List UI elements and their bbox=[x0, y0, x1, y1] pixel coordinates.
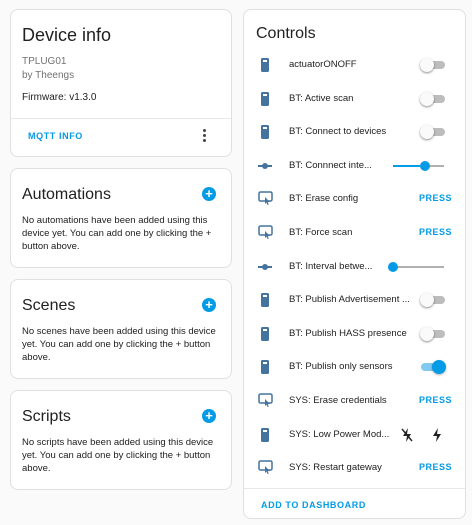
press-button[interactable]: PRESS bbox=[419, 395, 452, 405]
gesture-tap-icon bbox=[258, 460, 273, 476]
scenes-empty-text: No scenes have been added using this dev… bbox=[22, 326, 216, 363]
scenes-card: Scenes + No scenes have been added using… bbox=[10, 279, 232, 379]
control-label: BT: Publish Advertisement ... bbox=[289, 294, 410, 306]
divider bbox=[244, 488, 465, 489]
add-automation-icon[interactable]: + bbox=[202, 187, 216, 201]
device-model: TPLUG01 bbox=[22, 56, 67, 67]
slider-icon bbox=[258, 158, 272, 174]
control-label: BT: Force scan bbox=[289, 227, 353, 238]
control-row[interactable]: BT: Publish only sensors bbox=[244, 353, 465, 381]
control-label: BT: Publish HASS presence bbox=[289, 327, 407, 339]
slider[interactable] bbox=[388, 261, 444, 273]
control-label: BT: Publish only sensors bbox=[289, 361, 393, 373]
controls-card: Controls actuatorONOFF BT: Active scan BT:… bbox=[243, 9, 466, 519]
divider bbox=[11, 118, 231, 119]
control-row[interactable]: BT: Publish HASS presence bbox=[244, 320, 465, 348]
control-row[interactable]: SYS: Restart gateway PRESS bbox=[244, 454, 465, 482]
control-row[interactable]: BT: Publish Advertisement ... bbox=[244, 286, 465, 314]
control-label: BT: Connnect inte... bbox=[289, 159, 372, 171]
gesture-tap-icon bbox=[258, 191, 273, 207]
device-manufacturer: by Theengs bbox=[22, 70, 75, 81]
control-row[interactable]: BT: Active scan bbox=[244, 85, 465, 113]
add-to-dashboard-button[interactable]: ADD TO DASHBOARD bbox=[261, 500, 366, 510]
control-row[interactable]: SYS: Low Power Mod... bbox=[244, 421, 465, 449]
scripts-empty-text: No scripts have been added using this de… bbox=[22, 437, 214, 474]
control-label: SYS: Erase credentials bbox=[289, 395, 387, 406]
control-label: BT: Erase config bbox=[289, 193, 359, 205]
device-icon bbox=[258, 91, 272, 107]
toggle-switch[interactable] bbox=[420, 293, 445, 308]
scenes-title: Scenes bbox=[22, 297, 76, 314]
device-info-title: Device info bbox=[22, 25, 112, 45]
toggle-switch[interactable] bbox=[421, 360, 446, 375]
device-icon bbox=[258, 326, 272, 342]
scripts-title: Scripts bbox=[22, 408, 71, 425]
control-label: BT: Connect to devices bbox=[289, 126, 387, 138]
toggle-switch[interactable] bbox=[420, 125, 445, 140]
add-scene-icon[interactable]: + bbox=[202, 298, 216, 312]
control-row[interactable]: BT: Interval betwe... bbox=[244, 253, 465, 281]
control-row[interactable]: SYS: Erase credentials PRESS bbox=[244, 387, 465, 415]
gesture-tap-icon bbox=[258, 393, 273, 409]
control-label: actuatorONOFF bbox=[289, 59, 357, 70]
toggle-switch[interactable] bbox=[420, 91, 445, 106]
controls-title: Controls bbox=[256, 25, 316, 42]
add-script-icon[interactable]: + bbox=[202, 409, 216, 423]
device-icon bbox=[258, 124, 272, 140]
device-icon bbox=[258, 57, 272, 73]
press-button[interactable]: PRESS bbox=[419, 227, 452, 237]
control-label: SYS: Low Power Mod... bbox=[289, 428, 390, 440]
control-row[interactable]: actuatorONOFF bbox=[244, 51, 465, 79]
control-label: BT: Active scan bbox=[289, 92, 354, 104]
control-row[interactable]: BT: Connnect inte... bbox=[244, 152, 465, 180]
press-button[interactable]: PRESS bbox=[419, 193, 452, 203]
toggle-switch[interactable] bbox=[420, 58, 445, 72]
device-icon bbox=[258, 359, 272, 375]
device-info-card: Device info TPLUG01 by Theengs Firmware:… bbox=[10, 9, 232, 157]
slider-icon bbox=[258, 259, 272, 275]
mqtt-info-button[interactable]: MQTT INFO bbox=[28, 131, 83, 141]
control-label: BT: Interval betwe... bbox=[289, 260, 373, 272]
automations-empty-text: No automations have been added using thi… bbox=[22, 215, 212, 252]
control-row[interactable]: BT: Force scan PRESS bbox=[244, 219, 465, 247]
automations-title: Automations bbox=[22, 186, 111, 203]
control-row[interactable]: BT: Erase config PRESS bbox=[244, 185, 465, 213]
automations-card: Automations + No automations have been a… bbox=[10, 168, 232, 268]
flash-icon[interactable] bbox=[431, 427, 443, 448]
slider[interactable] bbox=[393, 160, 444, 172]
device-firmware: Firmware: v1.3.0 bbox=[22, 92, 97, 103]
gesture-tap-icon bbox=[258, 225, 273, 241]
device-icon bbox=[258, 292, 272, 308]
flash-off-icon[interactable] bbox=[401, 427, 413, 448]
control-label: SYS: Restart gateway bbox=[289, 462, 382, 474]
power-mode-buttons[interactable] bbox=[401, 427, 445, 443]
scripts-card: Scripts + No scripts have been added usi… bbox=[10, 390, 232, 490]
press-button[interactable]: PRESS bbox=[419, 462, 452, 472]
control-row[interactable]: BT: Connect to devices bbox=[244, 118, 465, 146]
device-icon bbox=[258, 427, 272, 443]
more-vertical-icon[interactable] bbox=[199, 128, 209, 144]
toggle-switch[interactable] bbox=[420, 326, 445, 341]
